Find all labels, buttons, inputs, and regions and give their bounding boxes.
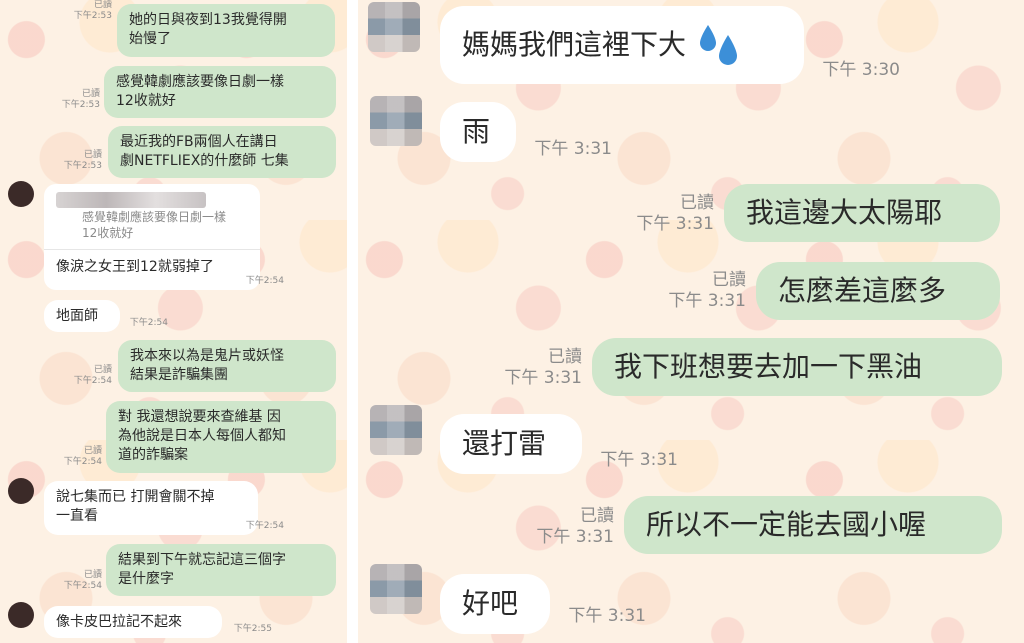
timestamp: 下午2:53 [63, 161, 102, 172]
read-receipt: 已讀 [580, 506, 614, 526]
quoted-message: 感覺韓劇應該要像日劇一樣 12收就好 [82, 210, 227, 240]
timestamp: 下午2:54 [73, 376, 112, 387]
chat-bubble-incoming[interactable]: 像卡皮巴拉記不起來 [44, 606, 222, 638]
timestamp: 下午 3:31 [534, 139, 612, 159]
read-receipt: 已讀 [93, 0, 112, 10]
read-receipt: 已讀 [548, 347, 582, 367]
quoted-sender-blurred [56, 192, 206, 208]
message-meta: 已讀 下午2:54 [66, 365, 112, 388]
panel-divider [347, 0, 358, 643]
chat-bubble-incoming[interactable]: 地面師 [44, 300, 120, 332]
chat-bubble-incoming[interactable]: 雨 [440, 102, 516, 162]
read-receipt: 已讀 [83, 570, 102, 580]
chat-bubble-incoming[interactable]: 還打雷 [440, 414, 582, 474]
read-receipt: 已讀 [81, 89, 100, 99]
chat-bubble-outgoing[interactable]: 感覺韓劇應該要像日劇一樣 12收就好 [104, 66, 336, 118]
message-meta: 已讀 下午 3:31 [524, 506, 614, 549]
message-meta: 已讀 下午2:53 [66, 0, 112, 23]
timestamp: 下午 3:31 [568, 606, 646, 626]
chat-bubble-outgoing[interactable]: 我本來以為是鬼片或妖怪 結果是詐騙集團 [118, 340, 336, 392]
contact-avatar[interactable] [8, 602, 34, 628]
message-meta: 已讀 下午 3:31 [624, 193, 714, 236]
chat-bubble-outgoing[interactable]: 她的日與夜到13我覺得開 始慢了 [117, 4, 335, 57]
read-receipt: 已讀 [680, 193, 714, 213]
reply-divider [44, 249, 260, 251]
contact-avatar[interactable] [370, 564, 422, 614]
chat-bubble-incoming[interactable]: 媽媽我們這裡下大 [440, 6, 804, 84]
contact-avatar[interactable] [8, 181, 34, 207]
contact-avatar[interactable] [370, 96, 422, 146]
timestamp: 下午2:53 [61, 100, 100, 111]
right-chat-panel[interactable]: 媽媽我們這裡下大 下午 3:30 雨 下午 3:31 已讀 下午 3:31 我這… [358, 0, 1024, 643]
message-meta: 已讀 下午2:54 [56, 446, 102, 469]
timestamp: 下午 3:31 [600, 450, 678, 470]
reply-text: 像淚之女王到12就弱掉了 [56, 259, 214, 276]
message-text: 媽媽我們這裡下大 [462, 28, 687, 62]
timestamp: 下午2:54 [63, 457, 102, 468]
reply-bubble[interactable]: 感覺韓劇應該要像日劇一樣 12收就好 像淚之女王到12就弱掉了 [44, 184, 260, 290]
read-receipt: 已讀 [712, 270, 746, 290]
message-meta: 已讀 下午2:53 [56, 150, 102, 173]
droplets-icon [694, 21, 742, 69]
message-meta: 已讀 下午 3:31 [492, 347, 582, 390]
timestamp: 下午 3:30 [822, 60, 900, 80]
contact-avatar[interactable] [370, 405, 422, 455]
timestamp: 下午2:53 [73, 11, 112, 22]
timestamp: 下午 3:31 [636, 214, 714, 235]
message-meta: 已讀 下午 3:31 [656, 270, 746, 313]
chat-bubble-incoming[interactable]: 說七集而已 打開會關不掉 一直看 [44, 481, 258, 535]
read-receipt: 已讀 [83, 446, 102, 456]
chat-bubble-outgoing[interactable]: 怎麼差這麼多 [756, 262, 1000, 320]
timestamp: 下午 3:31 [536, 527, 614, 548]
timestamp: 下午2:54 [245, 521, 284, 531]
chat-bubble-incoming[interactable]: 好吧 [440, 574, 550, 634]
chat-bubble-outgoing[interactable]: 最近我的FB兩個人在講日 劇NETFLIEX的什麼師 七集 [108, 126, 336, 178]
timestamp: 下午2:55 [233, 624, 272, 634]
contact-avatar[interactable] [8, 478, 34, 504]
chat-bubble-outgoing[interactable]: 我這邊大太陽耶 [724, 184, 1000, 242]
read-receipt: 已讀 [93, 365, 112, 375]
message-meta: 已讀 下午2:53 [54, 89, 100, 112]
chat-bubble-outgoing[interactable]: 對 我還想說要來查維基 因 為他說是日本人每個人都知 道的詐騙案 [106, 401, 336, 473]
timestamp: 下午2:54 [63, 581, 102, 592]
timestamp: 下午2:54 [245, 276, 284, 286]
chat-bubble-outgoing[interactable]: 我下班想要去加一下黑油 [592, 338, 1002, 396]
message-meta: 已讀 下午2:54 [56, 570, 102, 593]
left-chat-panel[interactable]: 已讀 下午2:53 她的日與夜到13我覺得開 始慢了 已讀 下午2:53 感覺韓… [0, 0, 347, 643]
contact-avatar[interactable] [368, 2, 420, 52]
timestamp: 下午 3:31 [668, 291, 746, 312]
chat-bubble-outgoing[interactable]: 結果到下午就忘記這三個字 是什麼字 [106, 544, 336, 596]
timestamp: 下午2:54 [129, 318, 168, 328]
timestamp: 下午 3:31 [504, 368, 582, 389]
chat-bubble-outgoing[interactable]: 所以不一定能去國小喔 [624, 496, 1002, 554]
read-receipt: 已讀 [83, 150, 102, 160]
